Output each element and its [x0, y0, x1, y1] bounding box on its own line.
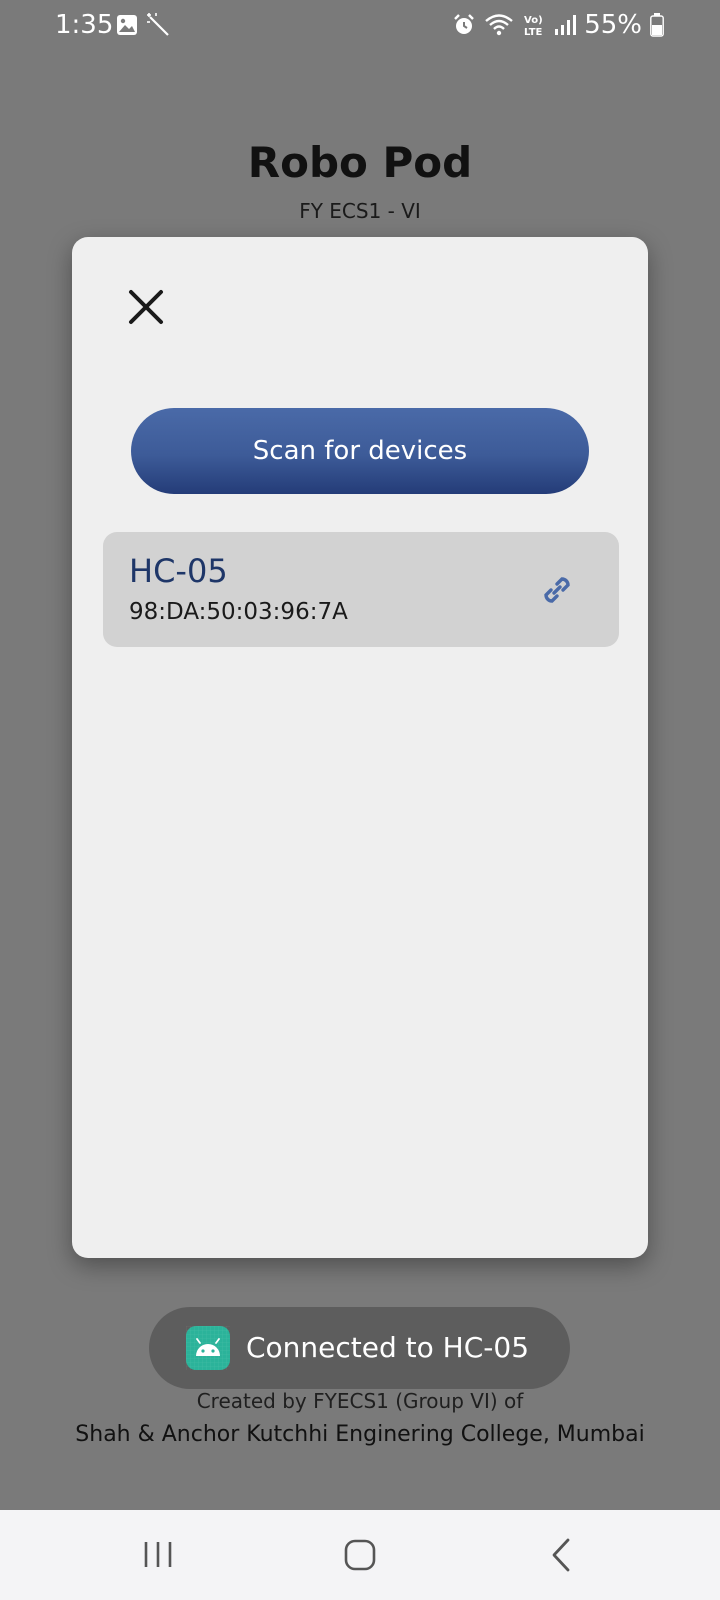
device-picker-dialog: Scan for devices HC-05 98:DA:50:03:96:7A	[72, 237, 648, 1258]
status-bar: 1:35 Vo) LTE 55%	[0, 0, 720, 50]
status-left-icons	[116, 12, 172, 38]
status-right-icons: Vo) LTE 55%	[452, 10, 664, 40]
device-name: HC-05	[129, 552, 228, 590]
volte-top-label: Vo)	[524, 15, 543, 26]
battery-icon	[650, 13, 664, 37]
faint-background-circle	[286, 1049, 432, 1195]
app-title: Robo Pod	[247, 138, 473, 187]
android-robot-glyph	[186, 1326, 230, 1370]
magic-wand-icon	[147, 13, 169, 36]
toast-message: Connected to HC-05	[246, 1331, 530, 1364]
app-subtitle: FY ECS1 - VI	[299, 199, 421, 223]
android-icon	[186, 1326, 230, 1370]
back-icon	[552, 1538, 570, 1572]
home-icon	[344, 1539, 376, 1571]
device-list-item[interactable]: HC-05 98:DA:50:03:96:7A	[103, 532, 619, 647]
volte-icon: Vo) LTE	[524, 15, 543, 38]
link-icon[interactable]	[537, 570, 577, 610]
home-button[interactable]	[335, 1530, 385, 1580]
gallery-icon	[117, 15, 137, 35]
device-address: 98:DA:50:03:96:7A	[129, 599, 348, 625]
recent-apps-button[interactable]	[133, 1530, 183, 1580]
credit-line-1: Created by FYECS1 (Group VI) of	[196, 1389, 524, 1413]
close-button[interactable]	[126, 287, 166, 327]
wifi-icon	[485, 14, 513, 36]
alarm-icon	[454, 14, 475, 34]
scan-for-devices-button[interactable]: Scan for devices	[131, 408, 589, 494]
back-button[interactable]	[537, 1530, 587, 1580]
status-time: 1:35	[55, 10, 114, 40]
navigation-bar	[0, 1510, 720, 1600]
faint-background-circle	[72, 977, 218, 1123]
close-icon	[129, 290, 163, 324]
battery-percent: 55%	[584, 10, 642, 40]
credit-line-2: Shah & Anchor Kutchhi Enginering College…	[75, 1422, 645, 1447]
recent-apps-icon	[144, 1542, 172, 1567]
signal-icon	[555, 15, 577, 35]
toast-notification: Connected to HC-05	[149, 1307, 570, 1389]
faint-background-circle	[500, 977, 646, 1123]
volte-bottom-label: LTE	[524, 27, 543, 38]
